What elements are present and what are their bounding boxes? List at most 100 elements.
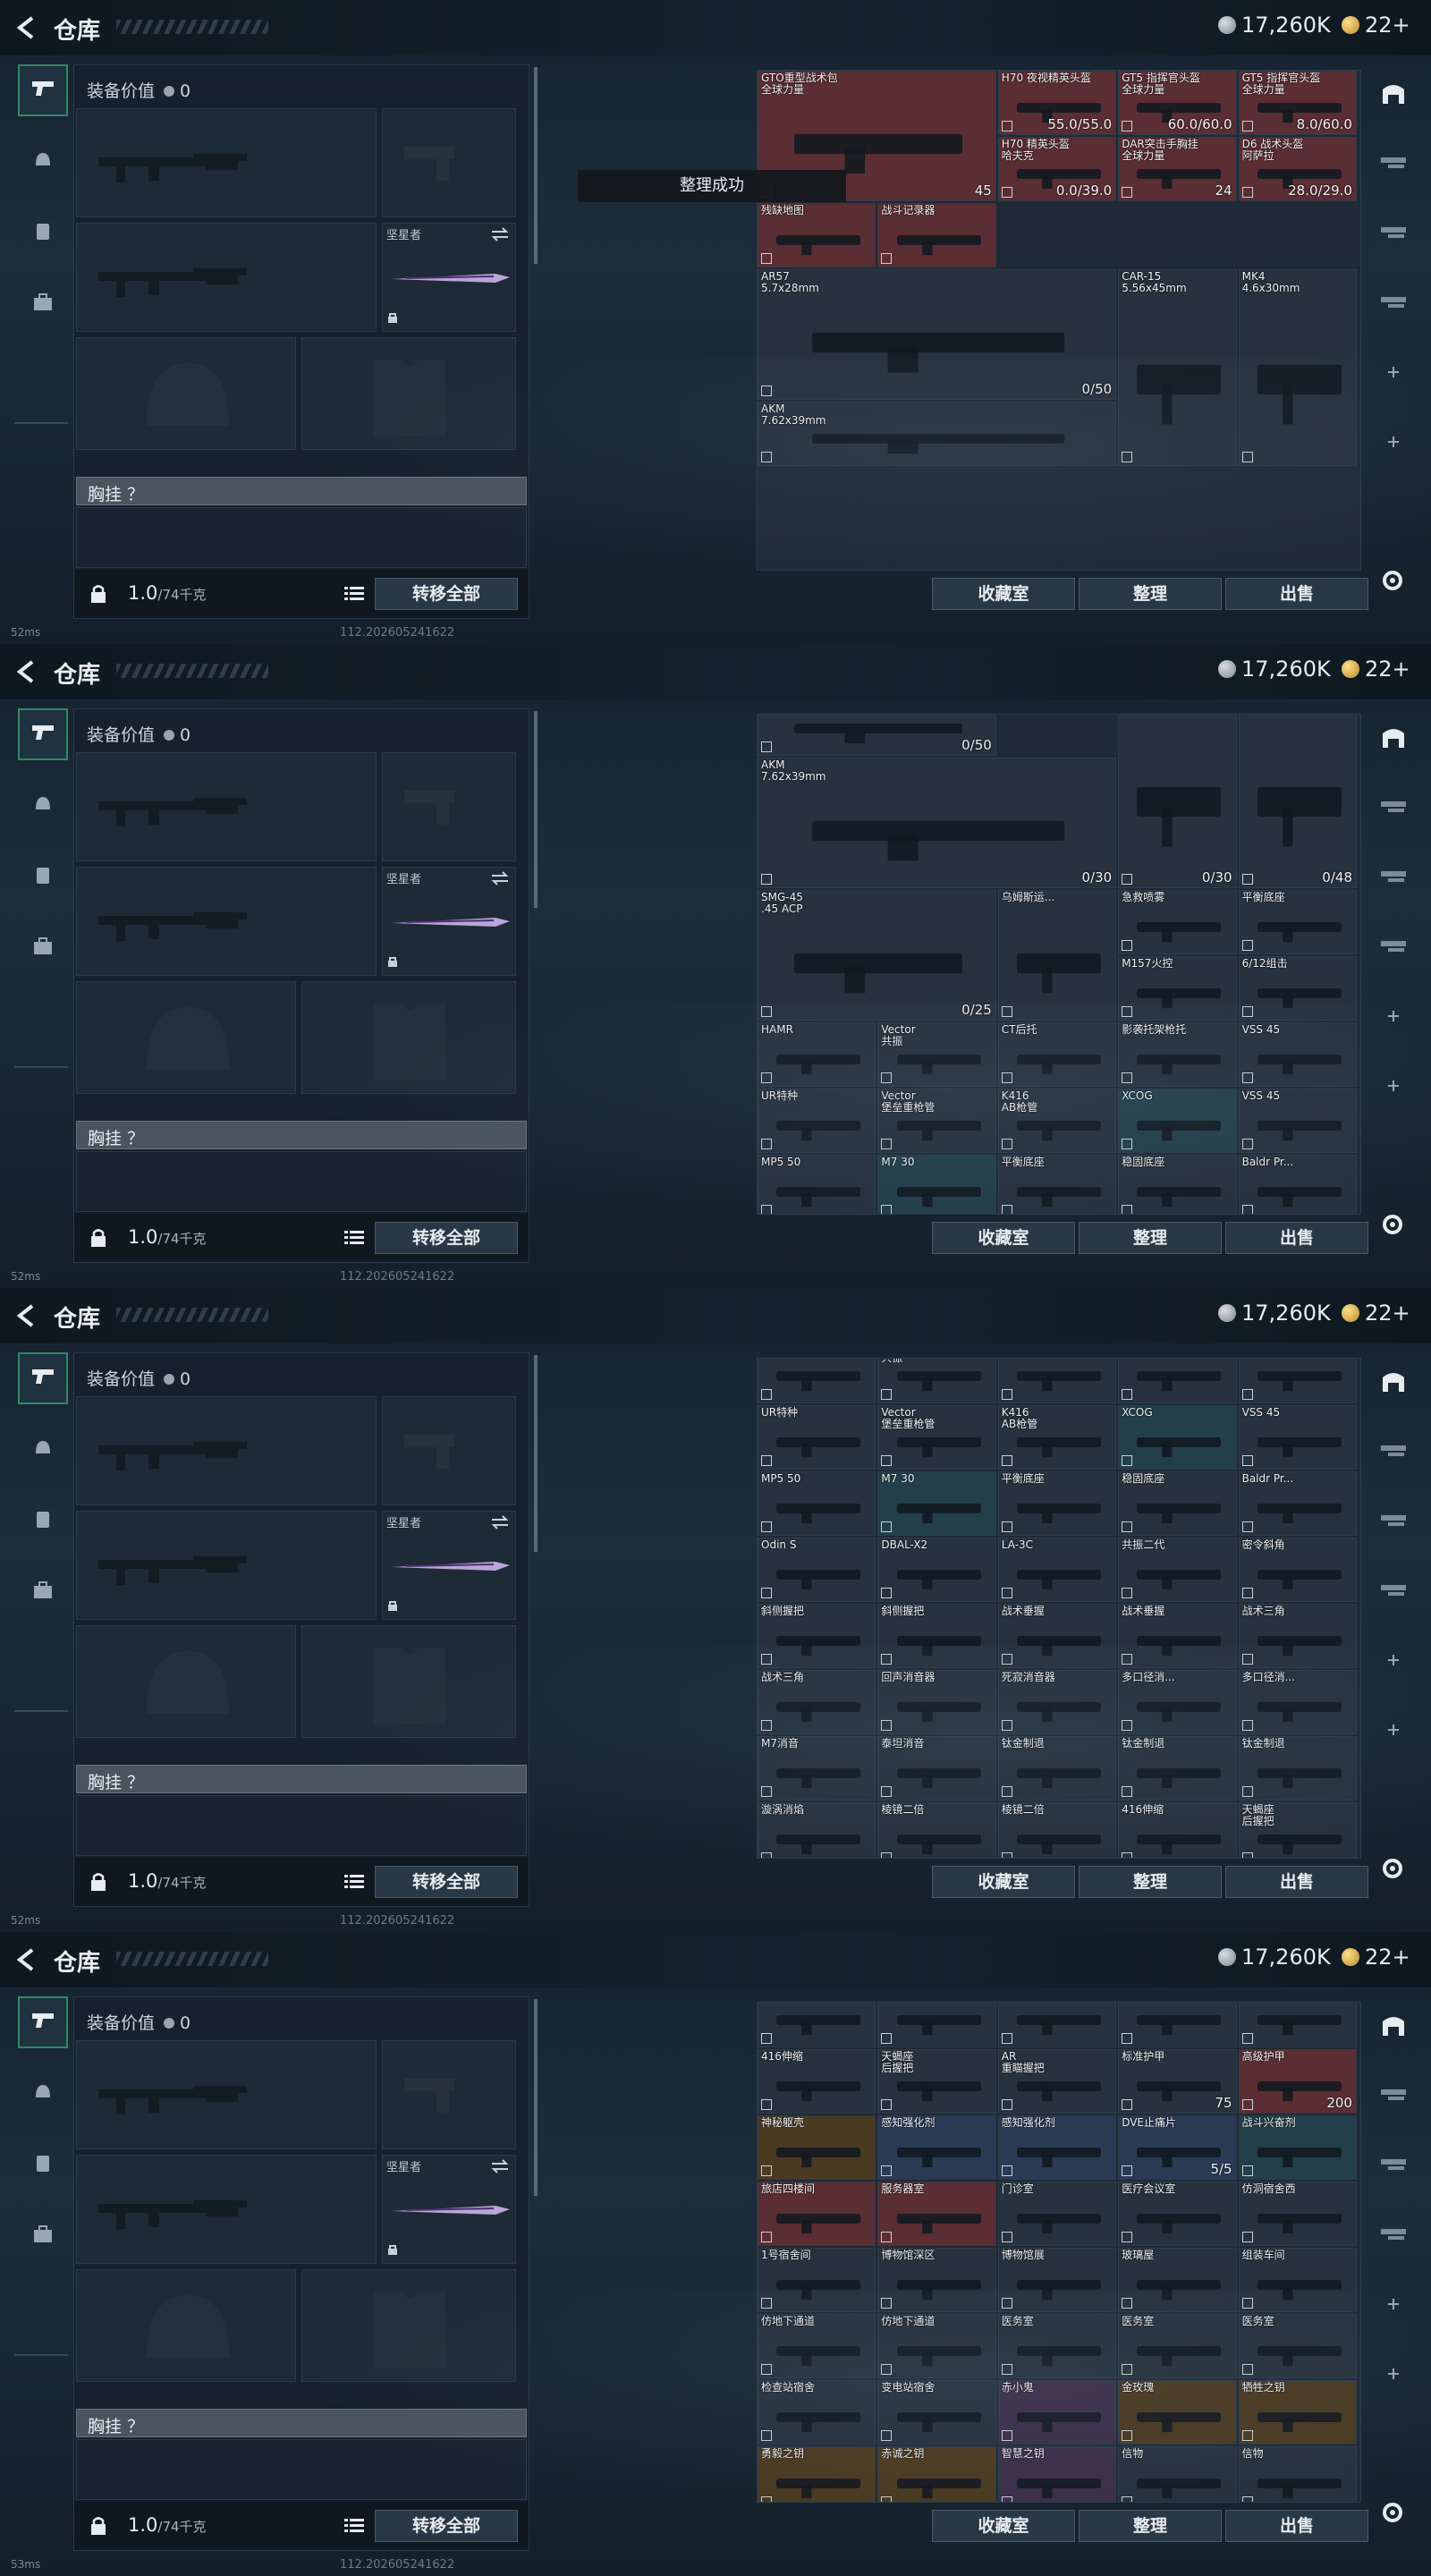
- stash-item[interactable]: 密令斜角: [1238, 1538, 1357, 1602]
- stash-item[interactable]: VSS 45: [1238, 1089, 1357, 1153]
- helmet-slot[interactable]: [76, 337, 296, 450]
- nav-tab-backpack[interactable]: [18, 279, 68, 331]
- stash-item[interactable]: 高级护甲 200: [1238, 2049, 1357, 2114]
- back-icon[interactable]: [11, 13, 41, 43]
- rifle-category-icon[interactable]: [1379, 2082, 1408, 2107]
- stash-item[interactable]: H70 精英头盔 哈夫克 0.0/39.0: [997, 137, 1117, 201]
- stash-item[interactable]: XCOG: [1118, 1405, 1237, 1470]
- armor-slot[interactable]: [301, 1625, 516, 1738]
- stash-item[interactable]: 共振二代: [1118, 1538, 1237, 1602]
- stash-item[interactable]: 漩涡消焰: [997, 2003, 1117, 2047]
- rifle-category-icon[interactable]: [1379, 220, 1408, 245]
- nav-tab-helmet[interactable]: [18, 780, 68, 832]
- stash-item[interactable]: 医务室: [1238, 2314, 1357, 2378]
- sell-button[interactable]: 出售: [1225, 1222, 1368, 1254]
- stash-item[interactable]: 信物: [1238, 2446, 1357, 2502]
- stash-item[interactable]: 牺牲之钥: [1238, 2380, 1357, 2445]
- secondary-weapon-slot[interactable]: [76, 2155, 377, 2264]
- stash-item[interactable]: M157火控: [1118, 956, 1237, 1021]
- list-icon[interactable]: [344, 1230, 364, 1250]
- gear-icon[interactable]: [1379, 1855, 1406, 1882]
- stash-item[interactable]: DVE止痛片 5/5: [1118, 2115, 1237, 2180]
- nav-tab-helmet[interactable]: [18, 2068, 68, 2120]
- stash-item[interactable]: HAMR: [758, 1359, 876, 1403]
- stash-item[interactable]: 组装车间: [1238, 2248, 1357, 2312]
- nav-tab-vest[interactable]: [18, 208, 68, 259]
- nav-tab-pistol[interactable]: [18, 64, 68, 116]
- stash-item[interactable]: DBAL-X2: [877, 1538, 996, 1602]
- stash-item[interactable]: 感知强化剂: [997, 2115, 1117, 2180]
- stash-item[interactable]: 信物: [1118, 2446, 1237, 2502]
- stash-item[interactable]: 仿洞宿舍西: [1238, 2182, 1357, 2246]
- stash-icon[interactable]: [1379, 724, 1408, 750]
- pistol-slot[interactable]: [382, 752, 516, 861]
- stash-item[interactable]: 416伸缩: [758, 2049, 876, 2114]
- stash-item[interactable]: DAR突击手胸挂 全球力量 24: [1118, 137, 1237, 201]
- stash-item[interactable]: 战术三角: [758, 1670, 876, 1734]
- stash-item[interactable]: AKM 7.62x39mm: [758, 402, 1117, 466]
- stash-item[interactable]: 416伸缩: [1118, 1802, 1237, 1858]
- nav-tab-pistol[interactable]: [18, 708, 68, 760]
- stash-item[interactable]: GT5 指挥官头盔 全球力量 8.0/60.0: [1238, 71, 1357, 135]
- stash-item[interactable]: UR特种: [758, 1405, 876, 1470]
- rifle-category-icon[interactable]: [1379, 934, 1408, 959]
- nav-tab-helmet[interactable]: [18, 1424, 68, 1476]
- stash-item[interactable]: GT5 指挥官头盔 全球力量 60.0/60.0: [1118, 71, 1237, 135]
- stash-item[interactable]: 钛金制退: [758, 2003, 876, 2047]
- loadout-scrollbar[interactable]: [534, 1999, 538, 2196]
- stash-item[interactable]: 天蝎座 后握把: [877, 2049, 996, 2114]
- helmet-slot[interactable]: [76, 2269, 296, 2382]
- helmet-slot[interactable]: [76, 1625, 296, 1738]
- stash-item[interactable]: 标准护甲 75: [1118, 2049, 1237, 2114]
- stash-item[interactable]: M7 30: [877, 1155, 996, 1214]
- stash-item[interactable]: Baldr Pr...: [1238, 1471, 1357, 1536]
- stash-item[interactable]: 钛金制退: [877, 2003, 996, 2047]
- stash-item[interactable]: 医疗会议室: [1118, 2182, 1237, 2246]
- stash-item[interactable]: 影袭托架枪托: [1118, 1022, 1237, 1087]
- stash-item[interactable]: VSS 45: [1238, 1405, 1357, 1470]
- nav-tab-vest[interactable]: [18, 852, 68, 903]
- transfer-all-button[interactable]: 转移全部: [375, 578, 518, 610]
- stash-item[interactable]: UR特种: [758, 1089, 876, 1153]
- nav-tab-backpack[interactable]: [18, 923, 68, 975]
- stash-item[interactable]: 天蝎座 后握把: [1238, 1802, 1357, 1858]
- add-icon[interactable]: [1379, 429, 1408, 454]
- sell-button[interactable]: 出售: [1225, 1866, 1368, 1898]
- chest-rig-slot[interactable]: 胸挂 ？: [76, 1121, 527, 1149]
- stash-item[interactable]: 门诊室: [997, 2182, 1117, 2246]
- loadout-scrollbar[interactable]: [534, 1355, 538, 1552]
- sort-button[interactable]: 整理: [1079, 1222, 1222, 1254]
- rifle-category-icon[interactable]: [1379, 864, 1408, 889]
- stash-item[interactable]: 乌姆斯运...: [997, 890, 1117, 1021]
- rifle-category-icon[interactable]: [1379, 1508, 1408, 1533]
- armor-slot[interactable]: [301, 337, 516, 450]
- add-icon[interactable]: [1379, 2292, 1408, 2317]
- rifle-category-icon[interactable]: [1379, 2152, 1408, 2177]
- list-icon[interactable]: [344, 2518, 364, 2538]
- nav-tab-vest[interactable]: [18, 1496, 68, 1547]
- stash-item[interactable]: 棱镜二倍: [1238, 2003, 1357, 2047]
- stash-item[interactable]: AR57 5.7x28mm 0/50: [758, 269, 1117, 400]
- stash-item[interactable]: 博物馆深区: [877, 2248, 996, 2312]
- stash-item[interactable]: 0/50: [758, 715, 996, 756]
- stash-item[interactable]: SMG-45 .45 ACP 0/25: [758, 890, 996, 1021]
- back-icon[interactable]: [11, 657, 41, 687]
- stash-item[interactable]: 金玫瑰: [1118, 2380, 1237, 2445]
- stash-item[interactable]: Vector 堡垒重枪管: [877, 1405, 996, 1470]
- pistol-slot[interactable]: [382, 1396, 516, 1505]
- stash-item[interactable]: 平衡底座: [1238, 890, 1357, 954]
- stash-item[interactable]: 多口径消...: [1238, 1670, 1357, 1734]
- rifle-category-icon[interactable]: [1379, 290, 1408, 315]
- secondary-weapon-slot[interactable]: [76, 223, 377, 332]
- nav-tab-vest[interactable]: [18, 2140, 68, 2191]
- stash-item[interactable]: 稳固底座: [1118, 1155, 1237, 1214]
- stash-item[interactable]: 赤诚之钥: [877, 2446, 996, 2502]
- gear-icon[interactable]: [1379, 2499, 1406, 2526]
- stash-item[interactable]: 战术垂握: [1118, 1604, 1237, 1668]
- stash-item[interactable]: 棱镜二倍: [877, 1802, 996, 1858]
- gear-icon[interactable]: [1379, 1211, 1406, 1238]
- stash-item[interactable]: 0/30: [1118, 715, 1237, 888]
- stash-item[interactable]: 战术垂握: [997, 1604, 1117, 1668]
- sort-button[interactable]: 整理: [1079, 578, 1222, 610]
- stash-item[interactable]: 变电站宿舍: [877, 2380, 996, 2445]
